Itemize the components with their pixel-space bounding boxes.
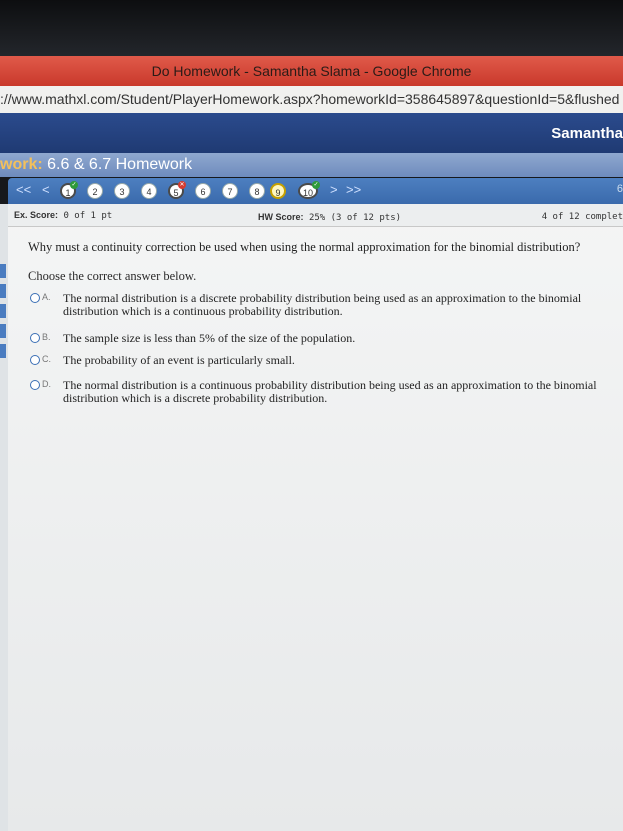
- question-4-button[interactable]: 4: [141, 183, 157, 199]
- address-bar[interactable]: ://www.mathxl.com/Student/PlayerHomework…: [0, 86, 623, 114]
- question-6-label: 6: [200, 187, 206, 197]
- first-question-button[interactable]: <<: [16, 182, 31, 197]
- question-9-label: 9: [275, 188, 281, 198]
- option-b[interactable]: B. The sample size is less than 5% of th…: [28, 332, 608, 345]
- homework-title: 6.6 & 6.7 Homework: [47, 156, 193, 173]
- question-4-label: 4: [146, 187, 152, 197]
- left-sidebar-edge: [0, 204, 8, 831]
- user-name: Samantha: [551, 125, 623, 142]
- check-icon: ✓: [70, 181, 78, 189]
- question-10-button[interactable]: 10 ✓: [298, 181, 320, 199]
- homework-prefix: work:: [0, 156, 43, 173]
- site-header: Samantha: [0, 113, 623, 153]
- question-2-label: 2: [92, 187, 98, 197]
- ex-score-label: Ex. Score:: [14, 210, 59, 220]
- option-text: The normal distribution is a discrete pr…: [63, 291, 582, 318]
- option-c[interactable]: C. The probability of an event is partic…: [28, 354, 608, 367]
- question-5-label: 5: [173, 188, 179, 198]
- question-text: Why must a continuity correction be used…: [28, 240, 581, 254]
- hw-score-value: 25% (3 of 12 pts): [308, 213, 402, 223]
- radio-button[interactable]: [30, 333, 40, 343]
- window-title: Do Homework - Samantha Slama - Google Ch…: [0, 56, 623, 86]
- question-1-button[interactable]: 1 ✓: [60, 181, 78, 199]
- question-7-label: 7: [227, 187, 233, 197]
- option-text: The probability of an event is particula…: [63, 353, 295, 367]
- url-text: ://www.mathxl.com/Student/PlayerHomework…: [0, 91, 620, 107]
- score-bar: Ex. Score: 0 of 1 pt HW Score: 25% (3 of…: [8, 204, 623, 227]
- question-1-label: 1: [65, 188, 71, 198]
- question-3-button[interactable]: 3: [114, 183, 130, 199]
- question-nav: << < 1 ✓ 2 3 4 5 ✕ 6 7 8 9 10 ✓ > >> 6: [8, 178, 623, 204]
- monitor-bezel: [0, 0, 623, 56]
- completion-status: 4 of 12 complet: [541, 212, 623, 222]
- question-8-label: 8: [254, 187, 260, 197]
- question-2-button[interactable]: 2: [87, 183, 103, 199]
- radio-button[interactable]: [30, 293, 40, 303]
- radio-button[interactable]: [30, 355, 40, 365]
- ex-score: Ex. Score: 0 of 1 pt: [14, 210, 112, 221]
- option-letter: B.: [42, 332, 51, 342]
- option-letter: C.: [42, 354, 51, 364]
- sidebar-tab[interactable]: [0, 264, 6, 278]
- nav-right-text: 6: [616, 183, 623, 195]
- check-icon: ✓: [312, 181, 320, 189]
- question-5-button[interactable]: 5 ✕: [168, 181, 186, 199]
- sidebar-tab[interactable]: [0, 284, 6, 298]
- radio-button[interactable]: [30, 380, 40, 390]
- option-a[interactable]: A. The normal distribution is a discrete…: [28, 292, 608, 318]
- homework-title-bar: work: 6.6 & 6.7 Homework: [0, 153, 623, 177]
- option-d[interactable]: D. The normal distribution is a continuo…: [28, 379, 608, 405]
- next-question-button[interactable]: >: [330, 182, 338, 197]
- window-title-text: Do Homework - Samantha Slama - Google Ch…: [151, 63, 472, 79]
- question-10-label: 10: [302, 188, 313, 198]
- last-question-button[interactable]: >>: [346, 182, 361, 197]
- sidebar-tab[interactable]: [0, 344, 6, 358]
- instruction-text: Choose the correct answer below.: [28, 269, 197, 283]
- question-9-button[interactable]: 9: [270, 183, 286, 199]
- hw-score-label: HW Score:: [258, 212, 304, 222]
- x-icon: ✕: [178, 181, 186, 189]
- sidebar-tab[interactable]: [0, 304, 6, 318]
- option-text: The normal distribution is a continuous …: [63, 378, 597, 405]
- option-letter: D.: [42, 379, 51, 389]
- hw-score: HW Score: 25% (3 of 12 pts): [258, 212, 401, 223]
- option-text: The sample size is less than 5% of the s…: [63, 331, 356, 345]
- question-8-button[interactable]: 8: [249, 183, 265, 199]
- question-3-label: 3: [119, 187, 125, 197]
- ex-score-value: 0 of 1 pt: [63, 211, 113, 221]
- sidebar-tab[interactable]: [0, 324, 6, 338]
- question-7-button[interactable]: 7: [222, 183, 238, 199]
- question-6-button[interactable]: 6: [195, 183, 211, 199]
- question-panel: Ex. Score: 0 of 1 pt HW Score: 25% (3 of…: [8, 204, 623, 831]
- previous-question-button[interactable]: <: [42, 182, 50, 197]
- option-letter: A.: [42, 292, 51, 302]
